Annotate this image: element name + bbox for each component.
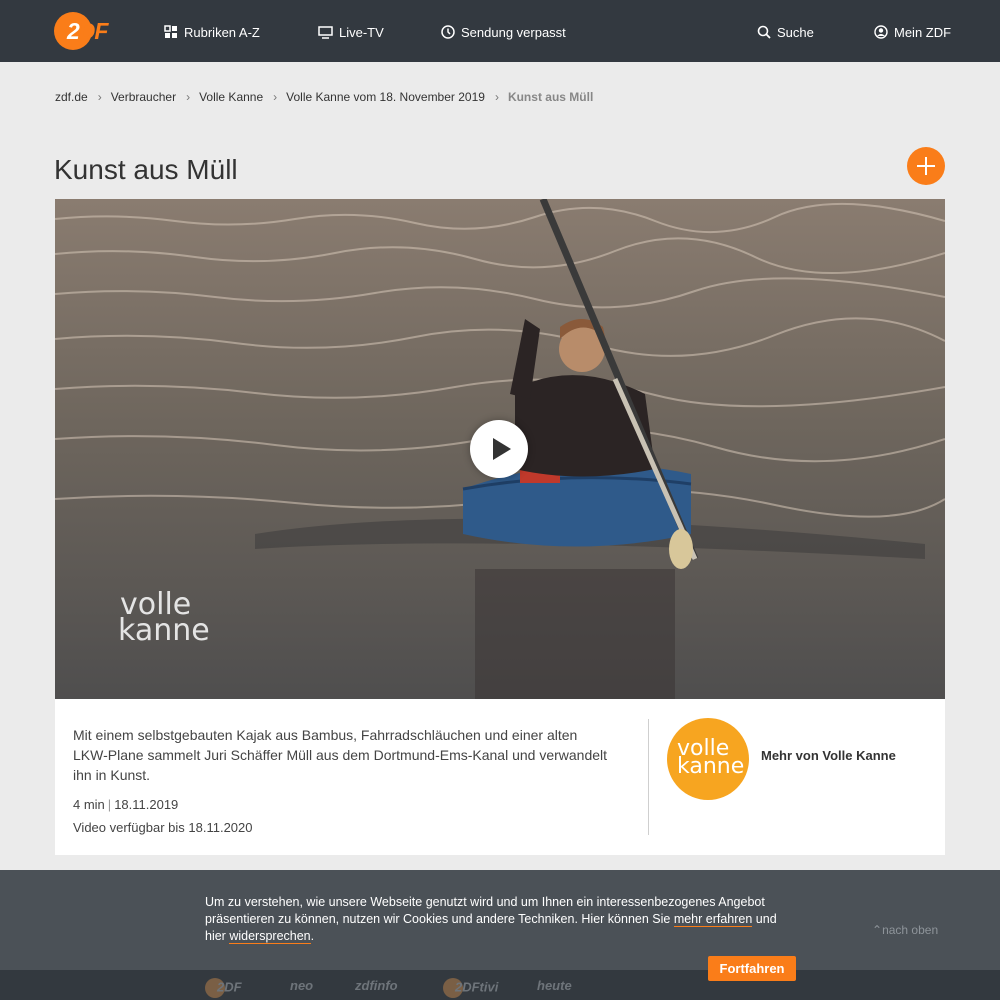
clock-icon [441, 25, 455, 39]
video-date: 18.11.2019 [114, 797, 179, 812]
add-to-list-button[interactable] [907, 147, 945, 185]
back-to-top-link[interactable]: ⌃nach oben [872, 923, 938, 937]
nav-rubriken-az[interactable]: Rubriken A-Z [164, 22, 260, 42]
cookie-more-link[interactable]: mehr erfahren [673, 912, 753, 927]
nav-sendung-verpasst-label: Sendung verpasst [461, 24, 566, 40]
nav-mein-zdf-label: Mein ZDF [894, 24, 952, 40]
volle-kanne-watermark: volle kanne [118, 587, 210, 648]
zdf-logo-text: 2DF [67, 18, 108, 44]
nav-sendung-verpasst[interactable]: Sendung verpasst [441, 22, 566, 42]
breadcrumb-item-volle-kanne[interactable]: Volle Kanne [199, 90, 263, 104]
video-meta: 4 min | 18.11.2019 [73, 797, 178, 812]
cookie-object-link[interactable]: widersprechen [229, 929, 311, 944]
breadcrumb-item-verbraucher[interactable]: Verbraucher [111, 90, 176, 104]
video-availability: Video verfügbar bis 18.11.2020 [73, 820, 253, 835]
video-duration: 4 min [73, 797, 105, 812]
video-description: Mit einem selbstgebauten Kajak aus Bambu… [73, 727, 608, 783]
more-from-volle-kanne-link[interactable]: Mehr von Volle Kanne [761, 748, 896, 763]
chevron-right-icon: › [186, 90, 191, 104]
zdf-logo[interactable]: 2DF [54, 12, 124, 50]
nav-mein-zdf[interactable]: Mein ZDF [874, 22, 951, 42]
cookie-continue-button[interactable]: Fortfahren [708, 956, 796, 981]
nav-live-tv-label: Live-TV [339, 24, 384, 40]
footer: 2DF neo zdfinfo 2DFtivi heute [0, 970, 1000, 1000]
footer-logo-neo[interactable]: neo [290, 978, 313, 993]
video-info-card: Mit einem selbstgebauten Kajak aus Bambu… [55, 699, 945, 855]
search-icon [757, 25, 771, 39]
cookie-text: Um zu verstehen, wie unsere Webseite gen… [205, 895, 777, 944]
nav-search-label: Suche [777, 24, 814, 40]
breadcrumb-item-episode[interactable]: Volle Kanne vom 18. November 2019 [286, 90, 485, 104]
breadcrumb-item-current: Kunst aus Müll [507, 90, 594, 104]
vertical-divider [648, 719, 649, 835]
footer-logo-zdftivi[interactable]: 2DFtivi [443, 978, 498, 998]
nav-rubriken-label: Rubriken A-Z [184, 24, 260, 40]
footer-logo-heute[interactable]: heute [537, 978, 572, 993]
chevron-right-icon: › [273, 90, 278, 104]
chevron-right-icon: › [97, 90, 102, 104]
brand-thumb-text: volle kanne [677, 736, 745, 779]
breadcrumb-item-home[interactable]: zdf.de [55, 90, 88, 104]
play-button[interactable] [470, 420, 528, 478]
footer-logo-zdfinfo[interactable]: zdfinfo [355, 978, 398, 993]
grid-icon [164, 25, 177, 38]
cookie-banner: Um zu verstehen, wie unsere Webseite gen… [0, 870, 1000, 970]
volle-kanne-brand-thumbnail[interactable]: volle kanne [667, 718, 749, 800]
page-title: Kunst aus Müll [54, 154, 238, 185]
chevron-up-icon: ⌃ [872, 923, 883, 937]
footer-logo-zdf[interactable]: 2DF [205, 978, 242, 998]
meta-separator: | [107, 797, 112, 812]
chevron-right-icon: › [494, 90, 499, 104]
breadcrumb: zdf.de › Verbraucher › Volle Kanne › Vol… [55, 90, 593, 104]
nav-search[interactable]: Suche [757, 22, 814, 42]
nav-live-tv[interactable]: Live-TV [318, 22, 384, 42]
tv-icon [318, 25, 333, 39]
user-icon [874, 25, 888, 39]
top-navigation-bar: 2DF Rubriken A-Z Live-TV Sendung verpass… [0, 0, 1000, 62]
